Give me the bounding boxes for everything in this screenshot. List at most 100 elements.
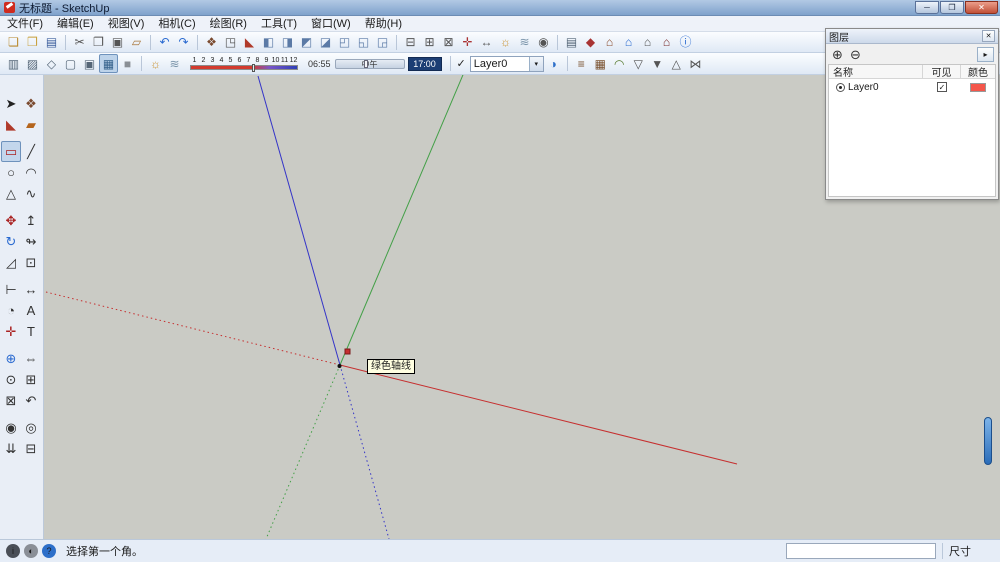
solid-split-button[interactable]: ◱: [354, 33, 373, 52]
column-header-color[interactable]: 颜色: [961, 65, 995, 78]
remove-layer-button[interactable]: ⊖: [848, 47, 863, 62]
paste-button[interactable]: ▣: [108, 33, 127, 52]
flip-edge-button[interactable]: ⋈: [686, 54, 705, 73]
shadow-date-slider[interactable]: 123456789101112: [190, 57, 298, 70]
open-button[interactable]: ❒: [23, 33, 42, 52]
pan-tool-button[interactable]: ⇔: [21, 348, 41, 369]
extension-warehouse-button[interactable]: ⌂: [657, 33, 676, 52]
soften-edges-button[interactable]: ◲: [373, 33, 392, 52]
share-component-button[interactable]: ⌂: [638, 33, 657, 52]
smoove-button[interactable]: ◠: [610, 54, 629, 73]
shaded-button[interactable]: ▣: [80, 54, 99, 73]
layer-manager-button[interactable]: ◑: [544, 54, 563, 73]
titlebar[interactable]: 无标题 - SketchUp ─ ❐ ✕: [0, 0, 1000, 16]
previous-view-tool-button[interactable]: ↶: [21, 390, 41, 411]
add-layer-button[interactable]: ⊕: [830, 47, 845, 62]
dimensions-button[interactable]: ↔: [477, 33, 496, 52]
stamp-button[interactable]: ▽: [629, 54, 648, 73]
protractor-tool-button[interactable]: ◔: [1, 300, 21, 321]
shaded-textures-button[interactable]: ▦: [99, 54, 118, 73]
section-plane-button[interactable]: ⊟: [401, 33, 420, 52]
back-edges-button[interactable]: ▨: [23, 54, 42, 73]
text-tool-button[interactable]: A: [21, 300, 41, 321]
follow-me-tool-button[interactable]: ↬: [21, 231, 41, 252]
layer-color-swatch[interactable]: [970, 83, 986, 92]
zoom-window-tool-button[interactable]: ⊞: [21, 369, 41, 390]
move-tool-button[interactable]: ✥: [1, 210, 21, 231]
undo-button[interactable]: ↶: [155, 33, 174, 52]
axes-button[interactable]: ✛: [458, 33, 477, 52]
xray-mode-button[interactable]: ▥: [4, 54, 23, 73]
display-section-planes-button[interactable]: ⊞: [420, 33, 439, 52]
menu-window[interactable]: 窗口(W): [304, 16, 358, 32]
drape-button[interactable]: ▼: [648, 54, 667, 73]
axes-tool-button[interactable]: ✛: [1, 321, 21, 342]
layers-panel-titlebar[interactable]: 图层 ✕: [826, 29, 998, 44]
save-button[interactable]: ▤: [42, 33, 61, 52]
minimize-button[interactable]: ─: [915, 1, 939, 14]
styles-browser-button[interactable]: ▤: [562, 33, 581, 52]
orbit-tool-button[interactable]: ⊕: [1, 348, 21, 369]
look-around-tool-button[interactable]: ◎: [21, 417, 41, 438]
rectangle-tool-button[interactable]: ▭: [1, 141, 21, 162]
menu-edit[interactable]: 编辑(E): [50, 16, 101, 32]
circle-tool-button[interactable]: ○: [1, 162, 21, 183]
solid-trim-button[interactable]: ◰: [335, 33, 354, 52]
hidden-line-button[interactable]: ▢: [61, 54, 80, 73]
get-models-button[interactable]: ⌂: [600, 33, 619, 52]
date-slider-track[interactable]: [190, 65, 298, 70]
position-camera-tool-button[interactable]: ◉: [1, 417, 21, 438]
make-component-button[interactable]: ❖: [202, 33, 221, 52]
measurements-input[interactable]: [786, 543, 936, 559]
copy-button[interactable]: ❐: [89, 33, 108, 52]
zoom-tool-button[interactable]: ⊙: [1, 369, 21, 390]
arc-tool-button[interactable]: ◠: [21, 162, 41, 183]
section-plane-tool-button[interactable]: ⊟: [21, 438, 41, 459]
active-layer-radio[interactable]: [836, 83, 845, 92]
tape-measure-tool-button[interactable]: ⊢: [1, 279, 21, 300]
rotate-tool-button[interactable]: ↻: [1, 231, 21, 252]
outer-shell-button[interactable]: ◧: [259, 33, 278, 52]
erase-button[interactable]: ▱: [127, 33, 146, 52]
fog-button[interactable]: ≋: [165, 54, 184, 73]
layer-row[interactable]: Layer0 ✓: [829, 79, 995, 95]
layer-visible-checkbox[interactable]: ✓: [937, 82, 947, 92]
zoom-extents-tool-button[interactable]: ⊠: [1, 390, 21, 411]
menu-file[interactable]: 文件(F): [0, 16, 50, 32]
layer-combobox[interactable]: Layer0 ▾: [470, 56, 544, 72]
line-tool-button[interactable]: ╱: [21, 141, 41, 162]
freehand-tool-button[interactable]: ∿: [21, 183, 41, 204]
materials-browser-button[interactable]: ◆: [581, 33, 600, 52]
column-header-visible[interactable]: 可见: [923, 65, 961, 78]
time-slider-track[interactable]: 中午: [335, 59, 405, 69]
make-component-tool-button[interactable]: ❖: [21, 93, 41, 114]
3d-text-tool-button[interactable]: T: [21, 321, 41, 342]
menu-view[interactable]: 视图(V): [101, 16, 152, 32]
solid-subtract-button[interactable]: ◪: [316, 33, 335, 52]
chevron-down-icon[interactable]: ▾: [529, 57, 543, 71]
solid-union-button[interactable]: ◩: [297, 33, 316, 52]
geolocation-icon[interactable]: i: [6, 544, 20, 558]
layer-details-button[interactable]: ▸: [977, 47, 994, 62]
match-photo-button[interactable]: ◉: [534, 33, 553, 52]
from-scratch-button[interactable]: ▦: [591, 54, 610, 73]
column-header-name[interactable]: 名称: [829, 65, 923, 78]
menu-draw[interactable]: 绘图(R): [203, 16, 254, 32]
new-document-button[interactable]: ❏: [4, 33, 23, 52]
add-detail-button[interactable]: △: [667, 54, 686, 73]
polygon-tool-button[interactable]: △: [1, 183, 21, 204]
fog-toggle-button[interactable]: ≋: [515, 33, 534, 52]
panel-close-button[interactable]: ✕: [982, 30, 995, 42]
maximize-button[interactable]: ❐: [940, 1, 964, 14]
vertical-slider-thumb[interactable]: [984, 417, 992, 465]
redo-button[interactable]: ↷: [174, 33, 193, 52]
share-model-button[interactable]: ⌂: [619, 33, 638, 52]
cut-button[interactable]: ✂: [70, 33, 89, 52]
wireframe-button[interactable]: ◇: [42, 54, 61, 73]
offset-tool-button[interactable]: ⊡: [21, 252, 41, 273]
menu-tools[interactable]: 工具(T): [254, 16, 304, 32]
shadow-time-slider[interactable]: 06:55 中午 17:00: [308, 57, 442, 71]
monochrome-button[interactable]: ■: [118, 54, 137, 73]
display-section-cuts-button[interactable]: ⊠: [439, 33, 458, 52]
dimension-tool-button[interactable]: ↔: [21, 279, 41, 300]
